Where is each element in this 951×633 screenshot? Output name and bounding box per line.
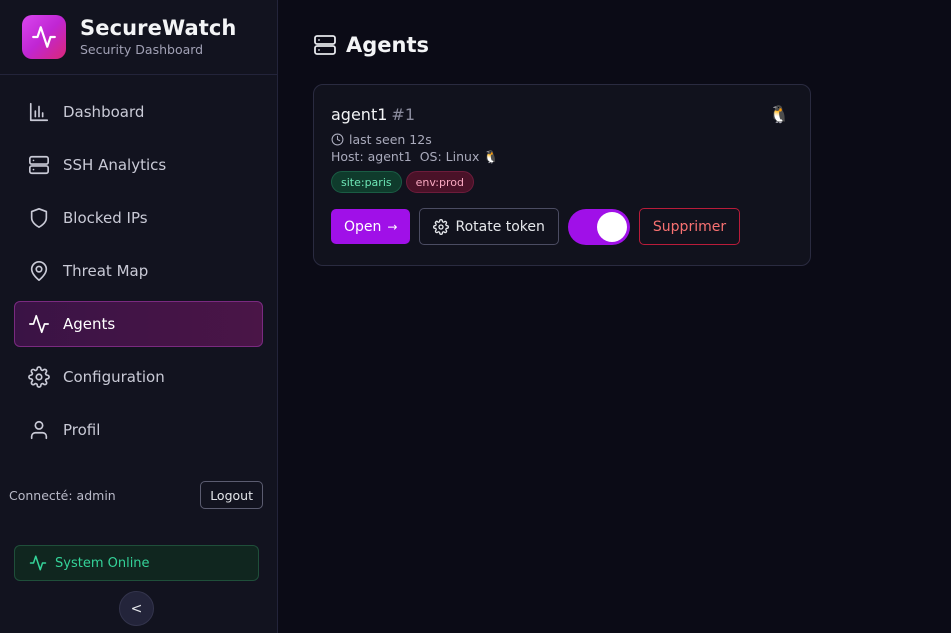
- agent-card: agent1 #1 🐧 last seen 12s Host: agent1 OS…: [313, 84, 811, 266]
- sidebar-item-label: Configuration: [63, 368, 165, 386]
- agent-name: agent1: [331, 105, 388, 124]
- sidebar-item-configuration[interactable]: Configuration: [14, 354, 263, 400]
- gear-icon: [433, 218, 450, 235]
- host-text: Host: agent1: [331, 149, 412, 164]
- open-agent-button[interactable]: Open →: [331, 209, 411, 244]
- last-seen: last seen 12s: [331, 132, 793, 147]
- sidebar-item-agents[interactable]: Agents: [14, 301, 263, 347]
- agent-tags: site:paris env:prod: [331, 171, 793, 193]
- shield-icon: [27, 206, 51, 230]
- tag-badge: env:prod: [405, 171, 474, 193]
- app-root: SecureWatch Security Dashboard Dashboard: [0, 0, 951, 633]
- user-row: Connecté: admin Logout: [9, 481, 263, 509]
- agent-actions: Open → Rotate token Supprimer: [331, 208, 793, 245]
- agent-id: #1: [391, 105, 415, 124]
- sidebar-item-label: Dashboard: [63, 103, 145, 121]
- arrow-right-icon: →: [387, 219, 398, 234]
- sidebar-item-profil[interactable]: Profil: [14, 407, 263, 453]
- os-text: OS: Linux 🐧: [419, 149, 499, 164]
- sidebar-item-threat-map[interactable]: Threat Map: [14, 248, 263, 294]
- bar-chart-icon: [27, 100, 51, 124]
- toggle-knob: [596, 211, 627, 242]
- collapse-sidebar-button[interactable]: <: [119, 591, 154, 626]
- brand-title: SecureWatch: [80, 16, 237, 40]
- agent-enabled-toggle[interactable]: [567, 208, 630, 245]
- clock-icon: [331, 133, 344, 146]
- page-title: Agents: [346, 33, 430, 57]
- gear-icon: [27, 365, 51, 389]
- sidebar-item-label: Blocked IPs: [63, 209, 148, 227]
- sidebar-item-blocked-ips[interactable]: Blocked IPs: [14, 195, 263, 241]
- activity-icon: [22, 15, 66, 59]
- server-icon: [313, 33, 337, 57]
- brand: SecureWatch Security Dashboard: [0, 0, 277, 75]
- linux-penguin-icon: 🐧: [768, 105, 790, 125]
- server-icon: [27, 153, 51, 177]
- sidebar-item-label: SSH Analytics: [63, 156, 167, 174]
- sidebar-nav: Dashboard SSH Analytics Blocked IPs Thre…: [0, 75, 277, 453]
- rotate-token-label: Rotate token: [455, 218, 545, 235]
- system-status-label: System Online: [55, 555, 150, 571]
- user-icon: [27, 418, 51, 442]
- logout-button[interactable]: Logout: [200, 481, 263, 509]
- host-info: Host: agent1 OS: Linux 🐧: [331, 149, 793, 165]
- open-label: Open: [344, 218, 382, 235]
- tag-badge: site:paris: [331, 171, 402, 193]
- sidebar-item-label: Threat Map: [63, 262, 149, 280]
- sidebar-item-label: Agents: [63, 315, 116, 333]
- map-pin-icon: [27, 259, 51, 283]
- sidebar: SecureWatch Security Dashboard Dashboard: [0, 0, 278, 633]
- agent-card-header: agent1 #1: [331, 105, 793, 124]
- sidebar-item-ssh-analytics[interactable]: SSH Analytics: [14, 142, 263, 188]
- system-status-badge: System Online: [14, 545, 259, 581]
- delete-agent-button[interactable]: Supprimer: [638, 208, 741, 245]
- last-seen-text: last seen 12s: [349, 132, 432, 147]
- activity-icon: [29, 554, 47, 572]
- activity-icon: [27, 312, 51, 336]
- page-header: Agents: [313, 33, 429, 57]
- rotate-token-button[interactable]: Rotate token: [419, 208, 559, 245]
- connected-user-label: Connecté: admin: [9, 487, 116, 503]
- sidebar-item-dashboard[interactable]: Dashboard: [14, 89, 263, 135]
- sidebar-item-label: Profil: [63, 421, 101, 439]
- main-content: Agents agent1 #1 🐧 last seen 12s Host: a…: [278, 0, 951, 633]
- brand-subtitle: Security Dashboard: [80, 42, 204, 57]
